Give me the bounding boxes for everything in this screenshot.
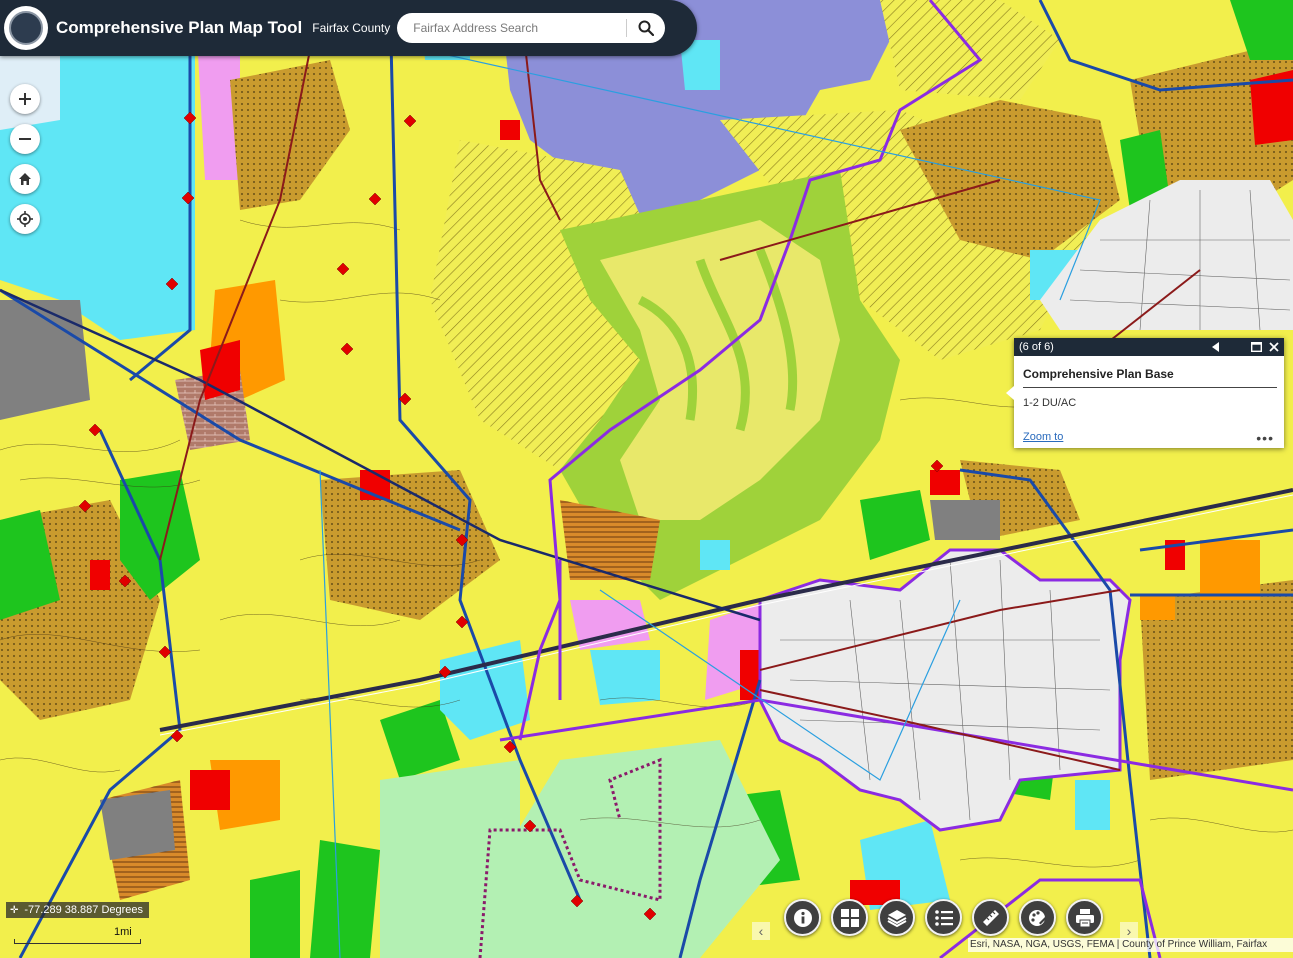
feature-popup: (6 of 6) Comprehensive Plan Base 1-2 DU/… [1006,338,1284,448]
basemap-gallery-button[interactable] [831,899,868,936]
measure-icon [982,909,999,926]
zoom-in-button[interactable] [10,84,40,114]
basemap-gallery-icon [840,908,859,927]
locate-icon [17,211,33,227]
layers-icon [887,909,906,927]
app-subtitle: Fairfax County [312,21,391,35]
coordinate-text: -77.289 38.887 Degrees [24,904,144,916]
address-search-input[interactable] [411,20,634,36]
locate-button[interactable] [10,204,40,234]
widget-toolbar [784,899,1103,936]
maximize-icon [1250,342,1262,352]
legend-button[interactable] [925,899,962,936]
home-button[interactable] [10,164,40,194]
plus-icon [19,93,31,105]
map-canvas[interactable] [0,0,1293,958]
coordinate-readout[interactable]: ✛ -77.289 38.887 Degrees [6,902,150,918]
app-header: Comprehensive Plan Map Tool Fairfax Coun… [0,0,697,56]
caret-left-icon [1212,342,1219,352]
more-actions-button[interactable]: ••• [1256,430,1274,446]
toolbar-scroll-left[interactable]: ‹ [752,922,770,940]
county-seal-icon[interactable] [4,6,48,50]
search-button[interactable] [635,18,657,38]
popup-title: Comprehensive Plan Base [1023,367,1174,381]
popup-count: (6 of 6) [1019,341,1054,353]
popup-header: (6 of 6) [1014,338,1284,356]
info-button[interactable] [784,899,821,936]
zoom-to-link[interactable]: Zoom to [1023,431,1063,443]
close-popup-button[interactable] [1266,339,1282,355]
minus-icon [19,138,31,140]
popup-value: 1-2 DU/AC [1023,397,1077,409]
previous-feature-button[interactable] [1208,339,1224,355]
popup-divider [1023,387,1277,388]
measure-button[interactable] [972,899,1009,936]
scale-label: 1mi [114,926,132,938]
maximize-button[interactable] [1248,339,1264,355]
print-button[interactable] [1066,899,1103,936]
popup-pointer [1006,386,1014,400]
close-icon [1269,342,1279,352]
info-icon [793,908,812,927]
app-title: Comprehensive Plan Map Tool [56,18,303,37]
search-icon [638,20,655,36]
address-search [397,13,666,43]
draw-button[interactable] [1019,899,1056,936]
print-icon [1075,908,1094,927]
map-attribution: Esri, NASA, NGA, USGS, FEMA | County of … [968,938,1293,952]
layers-button[interactable] [878,899,915,936]
draw-icon [1028,909,1047,926]
search-divider [626,19,628,37]
crosshair-icon: ✛ [10,904,19,916]
zoom-out-button[interactable] [10,124,40,154]
scale-bar-line [14,939,141,944]
home-icon [19,173,31,185]
legend-icon [934,909,953,926]
scale-bar: 1mi [14,926,141,944]
